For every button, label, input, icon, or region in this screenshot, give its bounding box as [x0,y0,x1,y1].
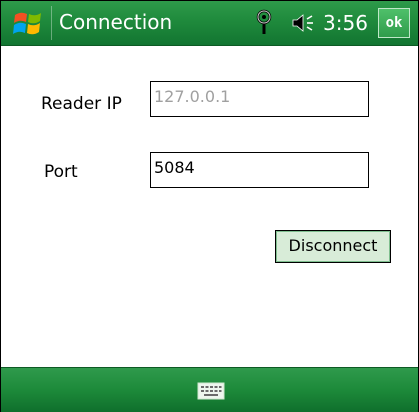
port-label: Port [44,162,78,182]
volume-icon[interactable] [291,13,317,33]
reader-ip-label: Reader IP [41,94,122,114]
disconnect-button[interactable]: Disconnect [275,230,391,263]
bottom-bar [1,367,418,412]
reader-ip-field[interactable]: 127.0.0.1 [150,81,369,117]
port-field[interactable]: 5084 [150,152,369,188]
antenna-icon[interactable] [255,9,273,35]
clock[interactable]: 3:56 [323,10,368,36]
window-title: Connection [59,10,173,34]
ok-button[interactable]: ok [378,8,410,38]
title-bar: Connection 3:56 ok [1,1,418,46]
keyboard-icon[interactable] [197,382,225,400]
windows-start-icon[interactable] [11,7,45,39]
title-separator [51,6,52,40]
app-window: Connection 3:56 ok Reader IP 127.0.0.1 P… [0,0,419,412]
